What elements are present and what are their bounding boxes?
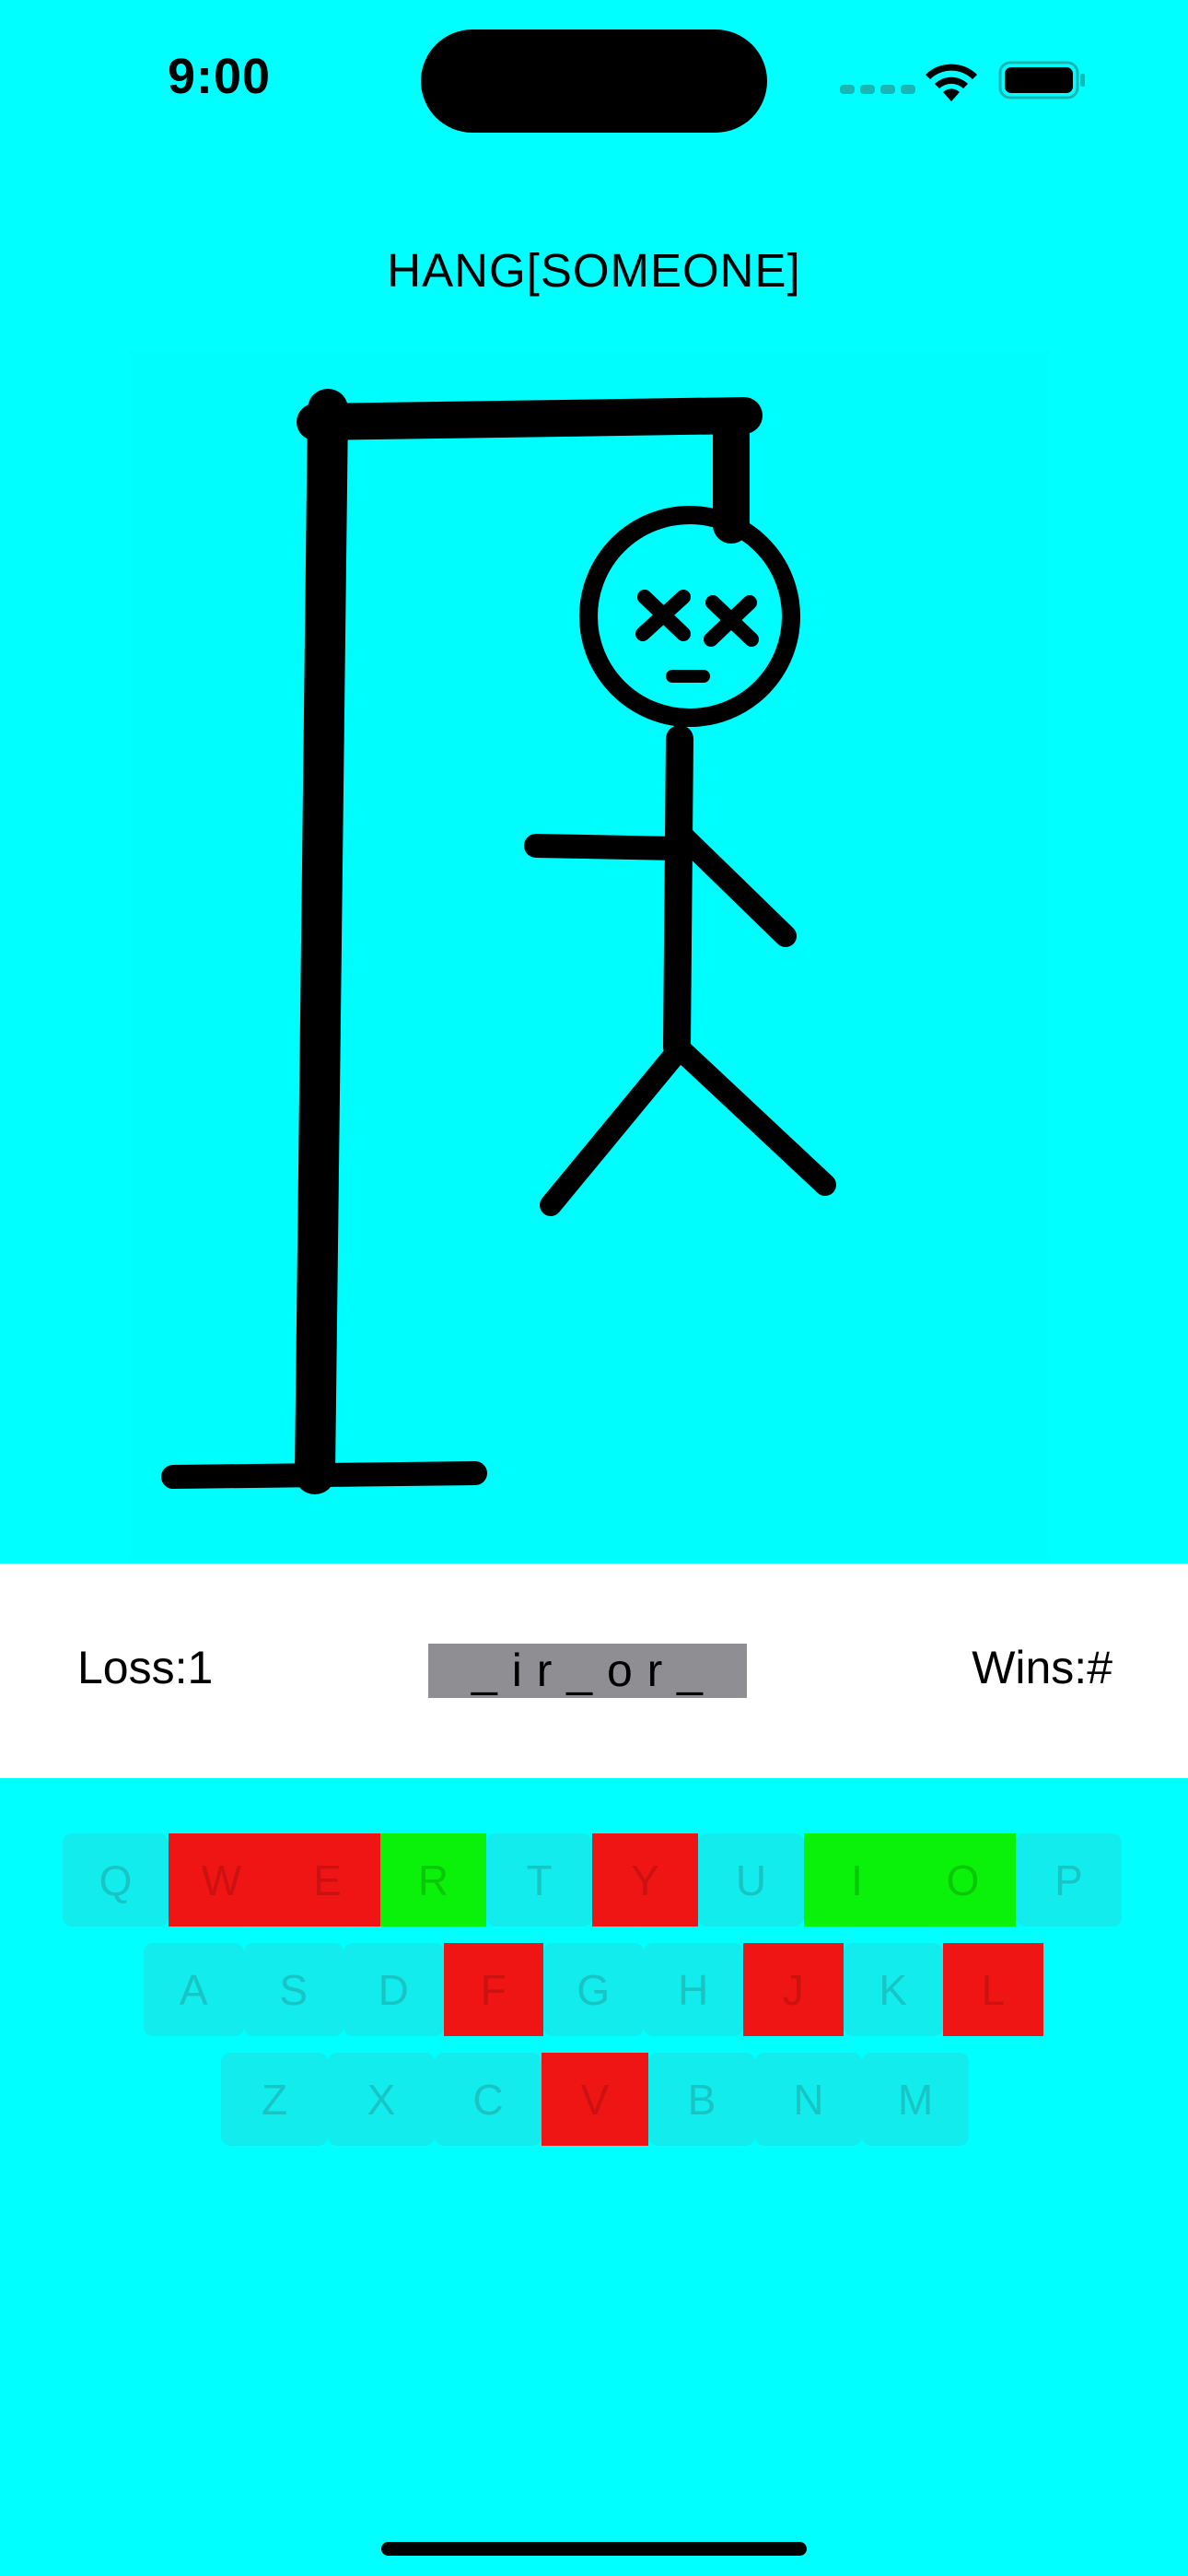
right-eye-x bbox=[704, 595, 759, 647]
key-e[interactable]: E bbox=[274, 1833, 380, 1926]
key-j[interactable]: J bbox=[743, 1943, 844, 2036]
home-indicator[interactable] bbox=[381, 2542, 807, 2556]
key-p[interactable]: P bbox=[1016, 1833, 1122, 1926]
key-d[interactable]: D bbox=[344, 1943, 444, 2036]
key-h[interactable]: H bbox=[643, 1943, 743, 2036]
keyboard-row-2: A S D F G H J K L bbox=[144, 1943, 1043, 2036]
key-t[interactable]: T bbox=[486, 1833, 592, 1926]
gallows-beam bbox=[297, 397, 763, 440]
word-display: _ i r _ o r _ bbox=[428, 1644, 747, 1698]
hangman-left-arm bbox=[524, 834, 690, 861]
keyboard-row-3: Z X C V B N M bbox=[221, 2053, 969, 2146]
loss-counter: Loss:1 bbox=[77, 1642, 214, 1693]
key-s[interactable]: S bbox=[243, 1943, 344, 2036]
hangman-right-leg bbox=[672, 1041, 836, 1196]
key-k[interactable]: K bbox=[843, 1943, 943, 2036]
score-band: Loss:1 _ i r _ o r _ Wins:# bbox=[0, 1563, 1188, 1778]
hangman-head bbox=[579, 506, 800, 727]
key-b[interactable]: B bbox=[648, 2053, 755, 2146]
key-z[interactable]: Z bbox=[221, 2053, 328, 2146]
hangman-left-leg bbox=[540, 1041, 688, 1216]
keyboard-row-1: Q W E R T Y U I O P bbox=[63, 1833, 1122, 1926]
key-g[interactable]: G bbox=[543, 1943, 644, 2036]
hangman-right-arm bbox=[672, 825, 797, 947]
key-c[interactable]: C bbox=[435, 2053, 542, 2146]
key-l[interactable]: L bbox=[943, 1943, 1043, 2036]
key-n[interactable]: N bbox=[755, 2053, 862, 2146]
key-y[interactable]: Y bbox=[592, 1833, 698, 1926]
key-f[interactable]: F bbox=[443, 1943, 543, 2036]
key-v[interactable]: V bbox=[542, 2053, 648, 2146]
key-r[interactable]: R bbox=[380, 1833, 486, 1926]
hangman-body bbox=[663, 725, 693, 1060]
hangman-drawing bbox=[161, 389, 836, 1494]
key-q[interactable]: Q bbox=[63, 1833, 169, 1926]
key-a[interactable]: A bbox=[144, 1943, 244, 2036]
gallows-pole bbox=[295, 389, 348, 1494]
key-m[interactable]: M bbox=[862, 2053, 969, 2146]
key-w[interactable]: W bbox=[169, 1833, 274, 1926]
wins-counter: Wins:# bbox=[972, 1642, 1112, 1693]
key-o[interactable]: O bbox=[910, 1833, 1016, 1926]
key-x[interactable]: X bbox=[328, 2053, 435, 2146]
left-eye-x bbox=[635, 590, 691, 641]
key-i[interactable]: I bbox=[804, 1833, 910, 1926]
key-u[interactable]: U bbox=[698, 1833, 804, 1926]
